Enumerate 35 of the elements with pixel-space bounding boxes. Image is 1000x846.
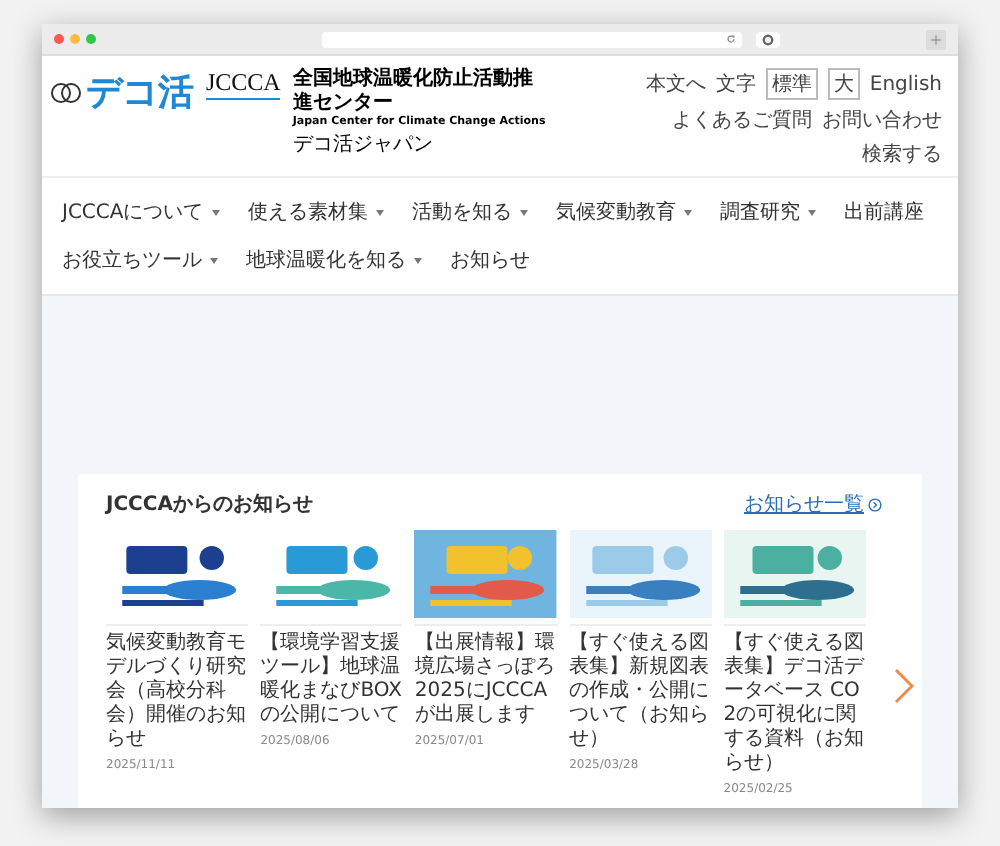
nav-item[interactable]: 活動を知る: [411, 198, 528, 226]
logo-mark[interactable]: JCCCA: [206, 68, 281, 100]
nav-item[interactable]: 地球温暖化を知る: [246, 246, 422, 274]
text-size-button[interactable]: 標準: [765, 68, 818, 100]
rings-icon: [50, 81, 82, 103]
nav-item[interactable]: お知らせ: [450, 246, 530, 274]
settings-icon[interactable]: [762, 33, 774, 45]
new-tab-icon[interactable]: [930, 33, 942, 45]
org-name: 全国地球温暖化防止活動推進センター: [292, 68, 533, 114]
minimize-icon[interactable]: [70, 34, 80, 44]
arrow-circle-icon: [868, 497, 882, 511]
reload-icon[interactable]: [726, 34, 736, 44]
text-size-label: 文字: [715, 71, 756, 98]
maximize-icon[interactable]: [86, 34, 96, 44]
text-size-button[interactable]: 大: [827, 68, 860, 100]
section-title: JCCCAからのお知らせ: [106, 491, 313, 518]
news-title[interactable]: 【すぐ使える図表集】デコ活データベース CO2の可視化に関する資料（お知らせ）: [723, 624, 866, 776]
header-link[interactable]: よくあるご質問: [672, 106, 812, 134]
tagline: デコ活ジャパン: [292, 132, 433, 158]
news-title[interactable]: 気候変動教育モデルづくり研究会（高校分科会）開催のお知らせ: [106, 624, 249, 752]
nav-item[interactable]: 気候変動教育: [555, 198, 692, 226]
nav-item[interactable]: お役立ちツール: [62, 246, 218, 274]
news-title[interactable]: 【環境学習支援ツール】地球温暖化まなびBOXの公開について: [260, 624, 403, 728]
header-link[interactable]: 本文へ: [645, 70, 706, 98]
nav-item[interactable]: 調査研究: [719, 198, 816, 226]
news-title[interactable]: 【出展情報】環境広場さっぽろ2025にJCCCAが出展します: [414, 624, 558, 728]
nav-item[interactable]: 使える素材集: [247, 198, 384, 226]
header-link[interactable]: English: [869, 73, 942, 95]
header-link[interactable]: お問い合わせ: [822, 106, 942, 134]
news-title[interactable]: 【すぐ使える図表集】新規図表の作成・公開について（お知らせ）: [569, 624, 712, 752]
nav-item[interactable]: 出前講座: [843, 198, 924, 226]
logo-text[interactable]: デコ活: [86, 68, 194, 116]
close-icon[interactable]: [54, 34, 64, 44]
header-link[interactable]: 検索する: [862, 140, 942, 168]
nav-item[interactable]: JCCCAについて: [62, 198, 220, 226]
